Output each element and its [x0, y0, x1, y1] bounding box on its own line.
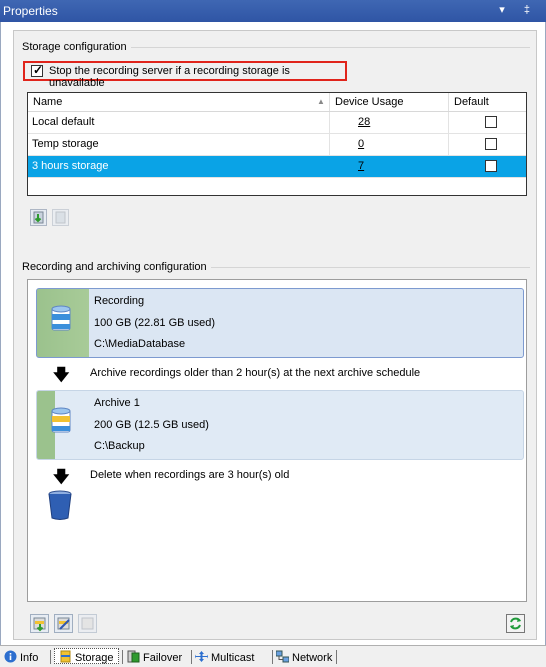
device-usage-link[interactable]: 0 [358, 138, 364, 150]
tab-label: Failover [143, 652, 183, 664]
tab-separator [191, 650, 192, 664]
down-arrow-icon: 🡇 [53, 367, 70, 384]
column-name[interactable]: Name [33, 96, 62, 108]
properties-panel: Storage configuration ✓ Stop the recordi… [0, 22, 546, 645]
tab-info[interactable]: Info [4, 650, 38, 666]
pin-icon[interactable]: ▾ ‡ [499, 3, 538, 16]
tab-multicast[interactable]: Multicast [195, 650, 254, 666]
device-usage-link[interactable]: 28 [358, 116, 370, 128]
storage-table: Name ▲ Device Usage Default Local defaul… [27, 92, 527, 196]
add-archive-button[interactable] [30, 614, 49, 633]
add-storage-icon [33, 211, 44, 224]
edit-archive-button[interactable] [54, 614, 73, 633]
column-device-usage[interactable]: Device Usage [335, 96, 403, 108]
tab-label: Multicast [211, 652, 255, 664]
archive-rule-link[interactable]: Archive recordings older than 2 hour(s) … [90, 367, 420, 379]
tab-separator [50, 650, 51, 664]
refresh-button[interactable] [506, 614, 525, 633]
recording-name: Recording [94, 295, 145, 307]
storage-name: Temp storage [32, 138, 99, 150]
info-icon [4, 650, 17, 663]
add-archive-icon [33, 617, 46, 632]
recording-archiving-flow: Recording 100 GB (22.81 GB used) C:\Medi… [27, 279, 527, 602]
storage-row-temp[interactable]: Temp storage 0 [28, 134, 526, 156]
down-arrow-icon: 🡇 [53, 469, 70, 486]
storage-tab-content: Storage configuration ✓ Stop the recordi… [13, 30, 537, 640]
remove-storage-button[interactable] [52, 209, 69, 226]
remove-archive-icon [81, 617, 94, 630]
tab-storage[interactable]: Storage [54, 648, 119, 664]
window-title: Properties [3, 4, 58, 18]
archive-path: C:\Backup [94, 440, 145, 452]
cell-divider [329, 112, 330, 133]
checkmark-icon: ✓ [487, 158, 498, 172]
stop-recording-checkbox[interactable]: ✓ [31, 63, 44, 77]
column-divider [329, 93, 330, 111]
stop-recording-label: Stop the recording server if a recording… [49, 65, 290, 89]
recording-storage-stage[interactable]: Recording 100 GB (22.81 GB used) C:\Medi… [36, 288, 524, 358]
cell-divider [448, 134, 449, 155]
default-checkbox[interactable] [485, 138, 497, 150]
table-header: Name ▲ Device Usage Default [28, 93, 526, 112]
column-divider [448, 93, 449, 111]
refresh-icon [510, 617, 521, 630]
archive-1-stage[interactable]: Archive 1 200 GB (12.5 GB used) C:\Backu… [36, 390, 524, 460]
tab-label: Storage [75, 652, 114, 664]
device-usage-link[interactable]: 7 [358, 160, 364, 172]
failover-icon [127, 650, 140, 663]
default-checkbox[interactable]: ✓ [485, 158, 498, 172]
edit-archive-icon [57, 617, 70, 630]
storage-row-3-hours[interactable]: 3 hours storage 7 ✓ [28, 156, 526, 178]
storage-row-local-default[interactable]: Local default 28 [28, 112, 526, 134]
archive-database-icon [51, 407, 71, 433]
network-icon [276, 650, 289, 663]
tab-separator [336, 650, 337, 664]
database-icon [51, 305, 71, 331]
archive-size: 200 GB (12.5 GB used) [94, 419, 209, 431]
default-checkbox[interactable] [485, 116, 497, 128]
tab-network[interactable]: Network [276, 650, 332, 666]
multicast-icon [195, 651, 208, 662]
tab-separator [272, 650, 273, 664]
sort-asc-icon: ▲ [317, 97, 325, 106]
storage-config-title: Storage configuration [22, 41, 131, 53]
cell-divider [448, 112, 449, 133]
tab-label: Network [292, 652, 333, 664]
storage-name: 3 hours storage [32, 160, 109, 172]
archiving-config-title: Recording and archiving configuration [22, 261, 211, 273]
trash-icon [48, 490, 72, 520]
archive-name: Archive 1 [94, 397, 140, 409]
tab-separator [122, 650, 123, 664]
cell-divider [329, 134, 330, 155]
properties-title-bar: Properties ▾ ‡ [0, 0, 546, 22]
properties-tab-strip: Info Storage Failover Multicast Network [0, 645, 546, 667]
storage-icon [60, 650, 71, 663]
stop-recording-server-option[interactable]: ✓ Stop the recording server if a recordi… [23, 61, 347, 89]
recording-path: C:\MediaDatabase [94, 338, 186, 350]
delete-rule-link[interactable]: Delete when recordings are 3 hour(s) old [90, 469, 289, 481]
tab-label: Info [20, 652, 39, 664]
recording-size: 100 GB (22.81 GB used) [94, 317, 216, 329]
checkmark-icon: ✓ [33, 63, 44, 77]
remove-archive-button[interactable] [78, 614, 97, 633]
storage-name: Local default [32, 116, 95, 128]
column-default[interactable]: Default [454, 96, 489, 108]
remove-storage-icon [55, 211, 66, 224]
tab-failover[interactable]: Failover [127, 650, 182, 666]
add-storage-button[interactable] [30, 209, 47, 226]
